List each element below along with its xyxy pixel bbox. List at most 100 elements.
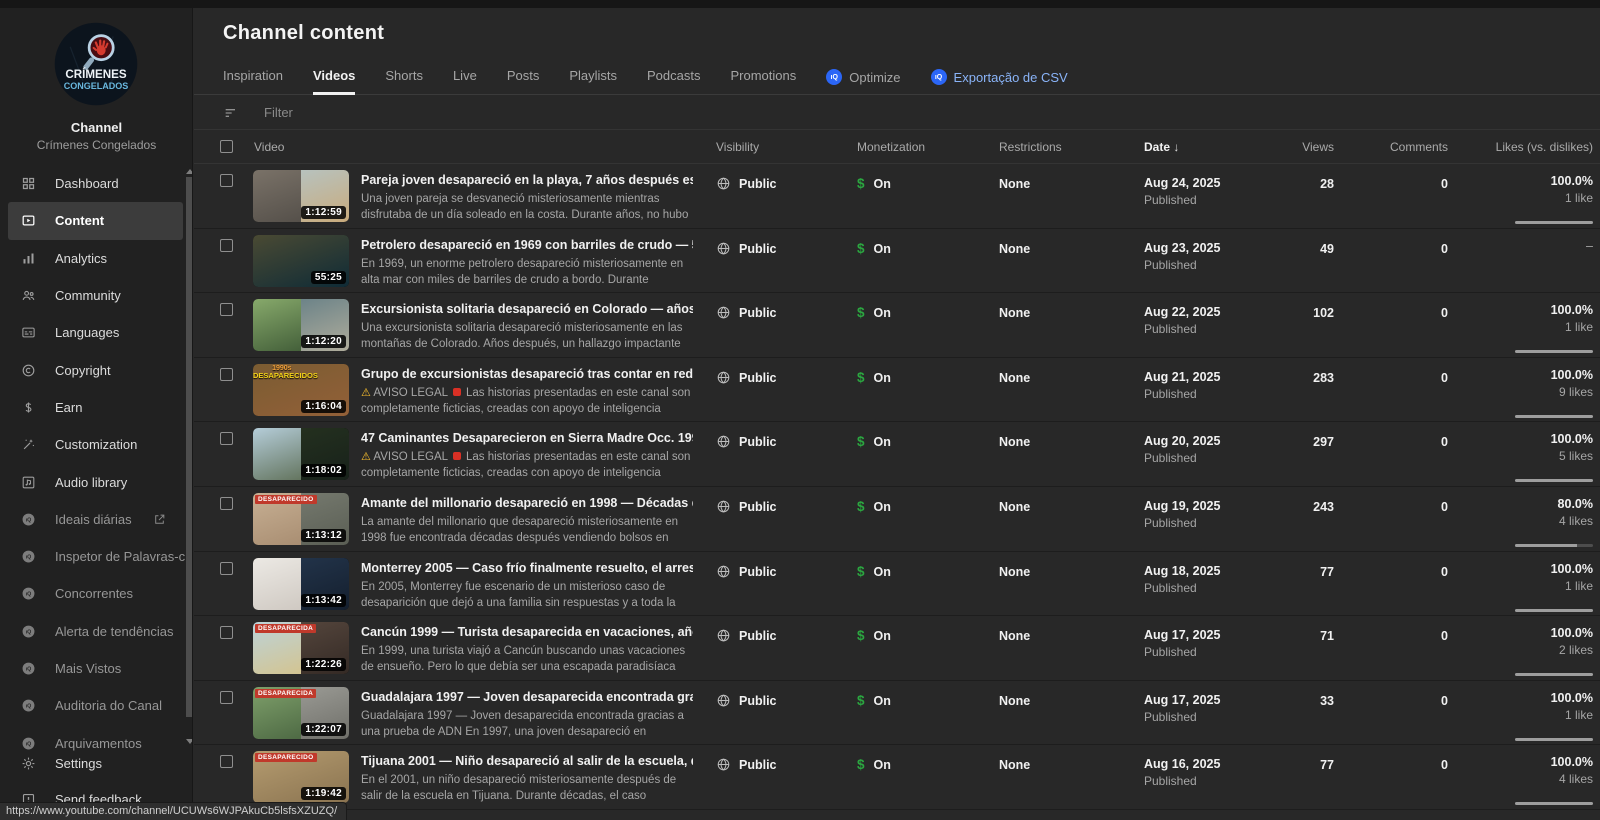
- monetization-cell[interactable]: $ On: [857, 305, 891, 320]
- column-video[interactable]: Video: [254, 140, 284, 154]
- table-row[interactable]: 55:25 Petrolero desapareció en 1969 con …: [194, 229, 1600, 294]
- table-row[interactable]: DESAPARECIDO 1:13:12 Amante del millonar…: [194, 487, 1600, 552]
- visibility-cell[interactable]: Public: [716, 434, 777, 449]
- column-monetization[interactable]: Monetization: [857, 140, 925, 154]
- visibility-cell[interactable]: Public: [716, 628, 777, 643]
- sidebar-item-earn[interactable]: Earn: [0, 389, 186, 426]
- row-checkbox[interactable]: [220, 496, 233, 510]
- video-title[interactable]: Tijuana 2001 — Niño desapareció al salir…: [361, 754, 693, 768]
- channel-avatar[interactable]: CRÍMENES CONGELADOS: [53, 21, 139, 107]
- video-title[interactable]: 47 Caminantes Desaparecieron en Sierra M…: [361, 431, 693, 445]
- tab-podcasts[interactable]: Podcasts: [647, 68, 700, 94]
- video-title[interactable]: Cancún 1999 — Turista desaparecida en va…: [361, 625, 693, 639]
- video-thumbnail[interactable]: 55:25: [253, 234, 349, 287]
- visibility-cell[interactable]: Public: [716, 499, 777, 514]
- sidebar-item-alerta-de-tend-ncias[interactable]: ıQ Alerta de tendências: [0, 613, 186, 650]
- likes-cell: 100.0% 9 likes: [1433, 368, 1593, 418]
- sidebar-item-mais-vistos[interactable]: ıQ Mais Vistos: [0, 650, 186, 687]
- tab-videos[interactable]: Videos: [312, 68, 356, 95]
- tab-posts[interactable]: Posts: [507, 68, 540, 94]
- row-checkbox[interactable]: [220, 238, 233, 252]
- monetization-cell[interactable]: $ On: [857, 693, 891, 708]
- sidebar-item-customization[interactable]: Customization: [0, 426, 186, 463]
- sidebar-item-copyright[interactable]: Copyright: [0, 351, 186, 388]
- video-thumbnail[interactable]: DESAPARECIDO 1:13:12: [253, 492, 349, 545]
- video-title[interactable]: Guadalajara 1997 — Joven desaparecida en…: [361, 690, 693, 704]
- select-all-checkbox[interactable]: [220, 140, 233, 153]
- video-thumbnail[interactable]: DESAPARECIDA 1:22:07: [253, 686, 349, 739]
- visibility-cell[interactable]: Public: [716, 693, 777, 708]
- monetization-cell[interactable]: $ On: [857, 176, 891, 191]
- sidebar-item-audio-library[interactable]: Audio library: [0, 463, 186, 500]
- video-thumbnail[interactable]: DESAPARECIDO 1:19:42: [253, 751, 349, 804]
- sidebar-item-community[interactable]: Community: [0, 277, 186, 314]
- monetization-cell[interactable]: $ On: [857, 564, 891, 579]
- monetization-cell[interactable]: $ On: [857, 499, 891, 514]
- row-checkbox[interactable]: [220, 432, 233, 446]
- monetization-cell[interactable]: $ On: [857, 370, 891, 385]
- sidebar-item-dashboard[interactable]: Dashboard: [0, 165, 186, 202]
- sidebar-item-ideais-di-rias[interactable]: ıQ Ideais diárias: [0, 501, 186, 538]
- table-row[interactable]: DESAPARECIDO 1:19:42 Tijuana 2001 — Niño…: [194, 745, 1600, 810]
- column-restrictions[interactable]: Restrictions: [999, 140, 1062, 154]
- sidebar-scrollbar[interactable]: [186, 177, 192, 717]
- video-thumbnail[interactable]: 1:12:59: [253, 170, 349, 222]
- visibility-cell[interactable]: Public: [716, 564, 777, 579]
- monetization-cell[interactable]: $ On: [857, 628, 891, 643]
- sidebar-item-analytics[interactable]: Analytics: [0, 240, 186, 277]
- video-thumbnail[interactable]: DESAPARECIDA 1:22:26: [253, 622, 349, 675]
- visibility-cell[interactable]: Public: [716, 176, 777, 191]
- monetization-cell[interactable]: $ On: [857, 241, 891, 256]
- scrollbar-up-arrow[interactable]: [186, 169, 192, 174]
- table-row[interactable]: 1:18:02 47 Caminantes Desaparecieron en …: [194, 422, 1600, 487]
- video-thumbnail[interactable]: 1:12:20: [253, 299, 349, 352]
- row-checkbox[interactable]: [220, 174, 233, 187]
- row-checkbox[interactable]: [220, 561, 233, 575]
- table-row[interactable]: 1:12:20 Excursionista solitaria desapare…: [194, 293, 1600, 358]
- scrollbar-down-arrow[interactable]: [186, 739, 192, 744]
- row-checkbox[interactable]: [220, 367, 233, 381]
- visibility-cell[interactable]: Public: [716, 757, 777, 772]
- video-thumbnail[interactable]: 1:18:02: [253, 428, 349, 481]
- sidebar-item-auditoria-do-canal[interactable]: ıQ Auditoria do Canal: [0, 687, 186, 724]
- row-checkbox[interactable]: [220, 626, 233, 640]
- sidebar-item-settings[interactable]: Settings: [0, 745, 186, 781]
- column-likes[interactable]: Likes (vs. dislikes): [1433, 140, 1593, 154]
- extension-tab-exporta-o-de-csv[interactable]: ıQ Exportação de CSV: [930, 69, 1068, 94]
- video-title[interactable]: Pareja joven desapareció en la playa, 7 …: [361, 173, 693, 187]
- filter-bar[interactable]: Filter: [194, 96, 1600, 130]
- column-views[interactable]: Views: [1244, 140, 1334, 154]
- sidebar-item-concorrentes[interactable]: ıQ Concorrentes: [0, 575, 186, 612]
- monetization-cell[interactable]: $ On: [857, 757, 891, 772]
- video-thumbnail[interactable]: 1990s DESAPARECIDOS 1:16:04: [253, 363, 349, 416]
- column-visibility[interactable]: Visibility: [716, 140, 759, 154]
- visibility-cell[interactable]: Public: [716, 241, 777, 256]
- row-checkbox[interactable]: [220, 690, 233, 704]
- visibility-cell[interactable]: Public: [716, 370, 777, 385]
- video-thumbnail[interactable]: 1:13:42: [253, 557, 349, 610]
- extension-tab-optimize[interactable]: ıQ Optimize: [826, 69, 901, 94]
- sidebar-item-languages[interactable]: Languages: [0, 314, 186, 351]
- video-title[interactable]: Amante del millonario desapareció en 199…: [361, 496, 693, 510]
- table-row[interactable]: 1:12:59 Pareja joven desapareció en la p…: [194, 164, 1600, 229]
- tab-shorts[interactable]: Shorts: [385, 68, 423, 94]
- row-checkbox[interactable]: [220, 755, 233, 769]
- row-checkbox[interactable]: [220, 303, 233, 317]
- tab-playlists[interactable]: Playlists: [569, 68, 617, 94]
- table-row[interactable]: 1:13:42 Monterrey 2005 — Caso frío final…: [194, 552, 1600, 617]
- sidebar-item-content[interactable]: Content: [8, 202, 183, 240]
- visibility-cell[interactable]: Public: [716, 305, 777, 320]
- table-row[interactable]: DESAPARECIDA 1:22:07 Guadalajara 1997 — …: [194, 681, 1600, 746]
- column-date-sorted[interactable]: Date ↓: [1144, 140, 1179, 154]
- video-title[interactable]: Grupo de excursionistas desapareció tras…: [361, 367, 693, 381]
- table-row[interactable]: 1990s DESAPARECIDOS 1:16:04 Grupo de excu…: [194, 358, 1600, 423]
- video-title[interactable]: Petrolero desapareció en 1969 con barril…: [361, 238, 693, 252]
- video-title[interactable]: Excursionista solitaria desapareció en C…: [361, 302, 693, 316]
- video-title[interactable]: Monterrey 2005 — Caso frío finalmente re…: [361, 561, 693, 575]
- table-row[interactable]: DESAPARECIDA 1:22:26 Cancún 1999 — Turis…: [194, 616, 1600, 681]
- sidebar-item-inspetor-de-palavras-chav[interactable]: ıQ Inspetor de Palavras-chav: [0, 538, 186, 575]
- tab-inspiration[interactable]: Inspiration: [223, 68, 283, 94]
- tab-promotions[interactable]: Promotions: [731, 68, 797, 94]
- monetization-cell[interactable]: $ On: [857, 434, 891, 449]
- tab-live[interactable]: Live: [453, 68, 477, 94]
